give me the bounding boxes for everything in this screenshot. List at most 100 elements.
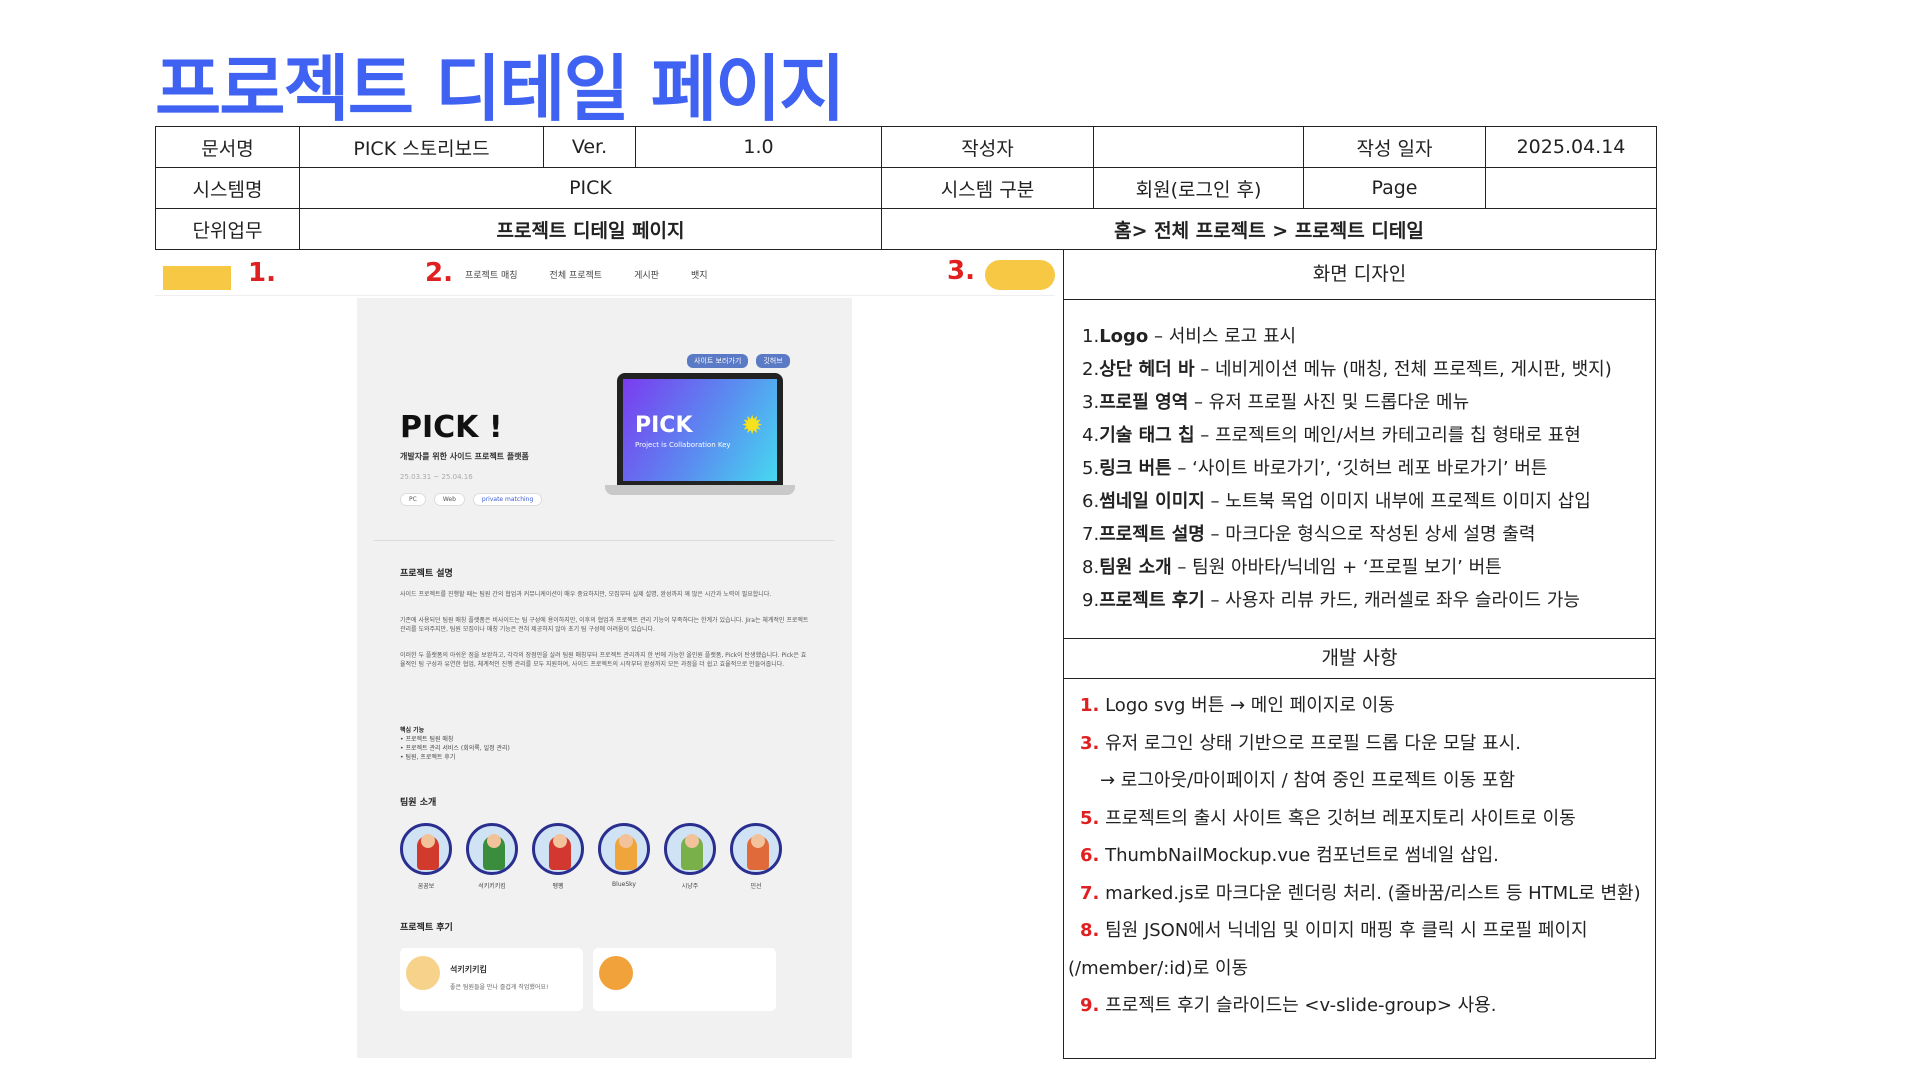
design-item-desc: – ‘사이트 바로가기’, ‘깃허브 레포 바로가기’ 버튼 <box>1171 458 1548 479</box>
page-type-value: Page <box>1303 167 1486 209</box>
member-item[interactable]: 민선 <box>730 823 782 890</box>
author-value <box>1093 126 1304 168</box>
github-link-button[interactable]: 깃허브 <box>756 354 790 368</box>
design-item: 9.프로젝트 후기 – 사용자 리뷰 카드, 캐러셀로 좌우 슬라이드 가능 <box>1082 584 1655 617</box>
avatar-head <box>751 834 765 848</box>
review-card[interactable] <box>593 948 776 1011</box>
member-avatar[interactable] <box>598 823 650 875</box>
member-name: 석키키키킴 <box>478 883 506 890</box>
profile-placeholder[interactable] <box>985 260 1055 290</box>
review-carousel[interactable]: 석키키키킴 좋은 팀원들을 만나 즐겁게 작업했어요! <box>400 948 776 1011</box>
unit-task-value: 프로젝트 디테일 페이지 <box>299 208 882 250</box>
page-title: 프로젝트 디테일 페이지 <box>155 47 846 131</box>
thumbnail-laptop-mockup: PICK Project is Collaboration Key ✹ <box>605 373 795 501</box>
dev-item: 5. 프로젝트의 출시 사이트 혹은 깃허브 레포지토리 사이트로 이동 <box>1068 800 1655 838</box>
logo-placeholder[interactable] <box>163 266 231 290</box>
review-card[interactable]: 석키키키킴 좋은 팀원들을 만나 즐겁게 작업했어요! <box>400 948 583 1011</box>
member-name: 시냥주 <box>681 883 699 890</box>
description-heading: 프로젝트 설명 <box>400 569 453 579</box>
reviewer-avatar <box>599 956 633 990</box>
dev-item-number: 7. <box>1080 882 1100 904</box>
system-name-value: PICK <box>299 167 882 209</box>
dev-item-number: 1. <box>1080 695 1100 716</box>
member-avatar[interactable] <box>664 823 716 875</box>
description-paragraph-1: 사이드 프로젝트를 진행할 때는 팀원 간의 협업과 커뮤니케이션이 매우 중요… <box>400 591 772 598</box>
project-subtitle: 개발자를 위한 사이드 프로젝트 플랫폼 <box>400 452 529 461</box>
member-item[interactable]: 시냥주 <box>664 823 716 890</box>
mock-header-bar: 프로젝트 매칭 전체 프로젝트 게시판 뱃지 <box>155 256 1055 296</box>
document-meta-table: 문서명 PICK 스토리보드 Ver. 1.0 작성자 작성 일자 2025.0… <box>155 126 1657 250</box>
design-item: 8.팀원 소개 – 팀원 아바타/닉네임 + ‘프로필 보기’ 버튼 <box>1082 551 1655 584</box>
dev-list: 1. Logo svg 버튼 → 메인 페이지로 이동 3. 유저 로그인 상태 … <box>1064 679 1655 1025</box>
design-item-number: 5. <box>1082 458 1100 479</box>
member-name: BlueSky <box>612 881 636 888</box>
version-value: 1.0 <box>635 126 882 168</box>
dev-item-number: 6. <box>1080 845 1100 866</box>
dev-item-text: 팀원 JSON에서 닉네임 및 이미지 매핑 후 클릭 시 프로필 페이지 <box>1099 920 1588 941</box>
design-item: 4.기술 태그 칩 – 프로젝트의 메인/서브 카테고리를 칩 형태로 표현 <box>1082 419 1655 452</box>
member-item[interactable]: 펭펭 <box>532 823 584 890</box>
reviewer-avatar <box>406 956 440 990</box>
design-item-desc: – 네비게이션 메뉴 (매칭, 전체 프로젝트, 게시판, 뱃지) <box>1194 359 1612 380</box>
author-label: 작성자 <box>881 126 1094 168</box>
dev-item-number: 5. <box>1080 807 1100 829</box>
avatar-head <box>553 834 567 848</box>
date-value: 2025.04.14 <box>1485 126 1657 168</box>
doc-name-value: PICK 스토리보드 <box>299 126 544 168</box>
design-item-title: 썸네일 이미지 <box>1099 491 1205 512</box>
design-item: 6.썸네일 이미지 – 노트북 목업 이미지 내부에 프로젝트 이미지 삽입 <box>1082 485 1655 518</box>
design-item-desc: – 팀원 아바타/닉네임 + ‘프로필 보기’ 버튼 <box>1171 557 1502 578</box>
nav-item-all-projects[interactable]: 전체 프로젝트 <box>550 268 603 281</box>
member-avatar[interactable] <box>400 823 452 875</box>
system-type-value: 회원(로그인 후) <box>1093 167 1304 209</box>
reviews-heading: 프로젝트 후기 <box>400 923 453 933</box>
member-item[interactable]: 석키키키킴 <box>466 823 518 890</box>
empty-cell <box>1485 167 1657 209</box>
design-item-number: 4. <box>1082 425 1100 446</box>
design-item-number: 2. <box>1082 359 1100 380</box>
dev-item-number: 9. <box>1080 995 1100 1016</box>
member-avatar[interactable] <box>466 823 518 875</box>
member-item[interactable]: BlueSky <box>598 823 650 890</box>
site-link-button[interactable]: 사이트 보러가기 <box>687 354 749 368</box>
member-name: 꿈꿈보 <box>417 883 435 890</box>
design-list: 1.Logo – 서비스 로고 표시 2.상단 헤더 바 – 네비게이션 메뉴 (… <box>1064 300 1655 638</box>
members-heading: 팀원 소개 <box>400 798 437 808</box>
dev-item: 3. 유저 로그인 상태 기반으로 프로필 드롭 다운 모달 표시. <box>1068 725 1655 763</box>
member-avatar[interactable] <box>532 823 584 875</box>
nav-item-badge[interactable]: 뱃지 <box>691 268 708 281</box>
laptop-screen: PICK Project is Collaboration Key ✹ <box>617 373 783 487</box>
dev-item-text: 프로젝트 후기 슬라이드는 <v-slide-group> 사용. <box>1099 995 1497 1016</box>
avatar-head <box>487 834 501 848</box>
feature-item: 팀원, 프로젝트 후기 <box>405 754 456 761</box>
description-paragraph-3: 이러한 두 플랫폼의 아쉬운 점을 보완하고, 각각의 장점만을 살려 팀원 매… <box>400 652 807 668</box>
dev-item: 1. Logo svg 버튼 → 메인 페이지로 이동 <box>1068 687 1655 725</box>
design-item-desc: – 노트북 목업 이미지 내부에 프로젝트 이미지 삽입 <box>1204 491 1591 512</box>
design-item-desc: – 서비스 로고 표시 <box>1148 326 1297 347</box>
member-name: 펭펭 <box>552 883 564 890</box>
member-list: 꿈꿈보 석키키키킴 펭펭 BlueSky 시냥주 민선 <box>400 823 782 890</box>
member-avatar[interactable] <box>730 823 782 875</box>
design-item-title: 기술 태그 칩 <box>1099 425 1195 446</box>
design-item-number: 8. <box>1082 557 1100 578</box>
marker-2: 2. <box>425 258 453 288</box>
nav-item-board[interactable]: 게시판 <box>634 268 659 281</box>
avatar-head <box>421 834 435 848</box>
design-item-title: 팀원 소개 <box>1099 557 1172 578</box>
tech-chips: PC Web private matching <box>400 493 543 506</box>
chip-web: Web <box>433 493 465 506</box>
chip-private-matching: private matching <box>472 493 543 506</box>
feature-list: 핵심 기능 • 프로젝트 팀원 매칭 • 프로젝트 관리 서비스 (회의록, 일… <box>400 727 510 761</box>
design-item-desc: – 사용자 리뷰 카드, 캐러셀로 좌우 슬라이드 가능 <box>1204 590 1580 611</box>
mock-nav: 프로젝트 매칭 전체 프로젝트 게시판 뱃지 <box>465 268 708 281</box>
spec-panel: 화면 디자인 1.Logo – 서비스 로고 표시 2.상단 헤더 바 – 네비게… <box>1063 249 1656 1059</box>
thumbnail-subtitle: Project is Collaboration Key <box>635 441 731 449</box>
dev-item-text: 유저 로그인 상태 기반으로 프로필 드롭 다운 모달 표시. <box>1099 732 1521 754</box>
nav-item-matching[interactable]: 프로젝트 매칭 <box>465 268 518 281</box>
design-item-desc: – 마크다운 형식으로 작성된 상세 설명 출력 <box>1204 524 1536 545</box>
laptop-base <box>605 485 795 495</box>
member-item[interactable]: 꿈꿈보 <box>400 823 452 890</box>
dev-item: 6. ThumbNailMockup.vue 컴포넌트로 썸네일 삽입. <box>1068 837 1655 875</box>
dev-item: 8. 팀원 JSON에서 닉네임 및 이미지 매핑 후 클릭 시 프로필 페이지 <box>1068 912 1655 950</box>
design-item-title: 프로필 영역 <box>1099 392 1189 413</box>
